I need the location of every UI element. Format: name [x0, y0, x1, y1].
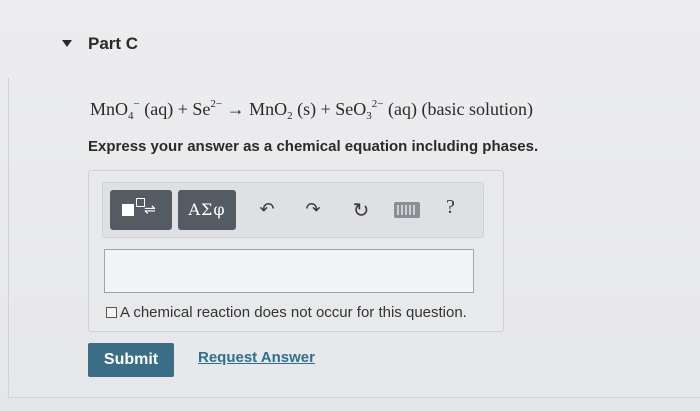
greek-symbols-button[interactable]: ΑΣφ: [178, 190, 236, 230]
request-answer-link[interactable]: Request Answer: [198, 349, 315, 366]
template-icon: [122, 204, 134, 216]
equation-sub: 3: [366, 110, 372, 122]
instruction-text: Express your answer as a chemical equati…: [88, 138, 539, 155]
equation-arrow-mno2: → MnO: [226, 99, 288, 119]
undo-icon[interactable]: ↶: [256, 198, 278, 222]
collapse-triangle-icon[interactable]: [62, 40, 72, 47]
answer-input[interactable]: [104, 249, 474, 293]
no-reaction-option[interactable]: A chemical reaction does not occur for t…: [106, 304, 467, 321]
equation-sub: 2: [287, 110, 293, 122]
equation-mno4: MnO: [90, 99, 129, 119]
equation-aq-basic: (aq) (basic solution): [387, 99, 533, 119]
no-reaction-label: A chemical reaction does not occur for t…: [120, 304, 467, 321]
equation-sup: 2−: [371, 98, 384, 110]
equilibrium-arrows-icon: ⇌: [144, 202, 156, 218]
part-divider-left: [8, 78, 9, 398]
part-title: Part C: [88, 34, 139, 53]
equation-sub: 4: [128, 110, 134, 122]
redo-icon[interactable]: ↷: [302, 198, 324, 222]
reset-icon[interactable]: ↻: [350, 198, 372, 222]
equation-sup: 2−: [210, 98, 223, 110]
no-reaction-checkbox[interactable]: [106, 307, 117, 318]
equation-sup: −: [133, 98, 140, 110]
submit-button[interactable]: Submit: [88, 343, 174, 377]
equation-aq-se: (aq) + Se: [144, 99, 211, 119]
part-divider-bottom: [8, 397, 700, 398]
keyboard-icon[interactable]: [394, 202, 420, 218]
reaction-equation: MnO4− (aq) + Se2− → MnO2 (s) + SeO32− (a…: [90, 98, 533, 122]
help-button[interactable]: ?: [446, 196, 455, 219]
template-button[interactable]: ⇌: [110, 190, 172, 230]
equation-s-seo3: (s) + SeO: [297, 99, 367, 119]
